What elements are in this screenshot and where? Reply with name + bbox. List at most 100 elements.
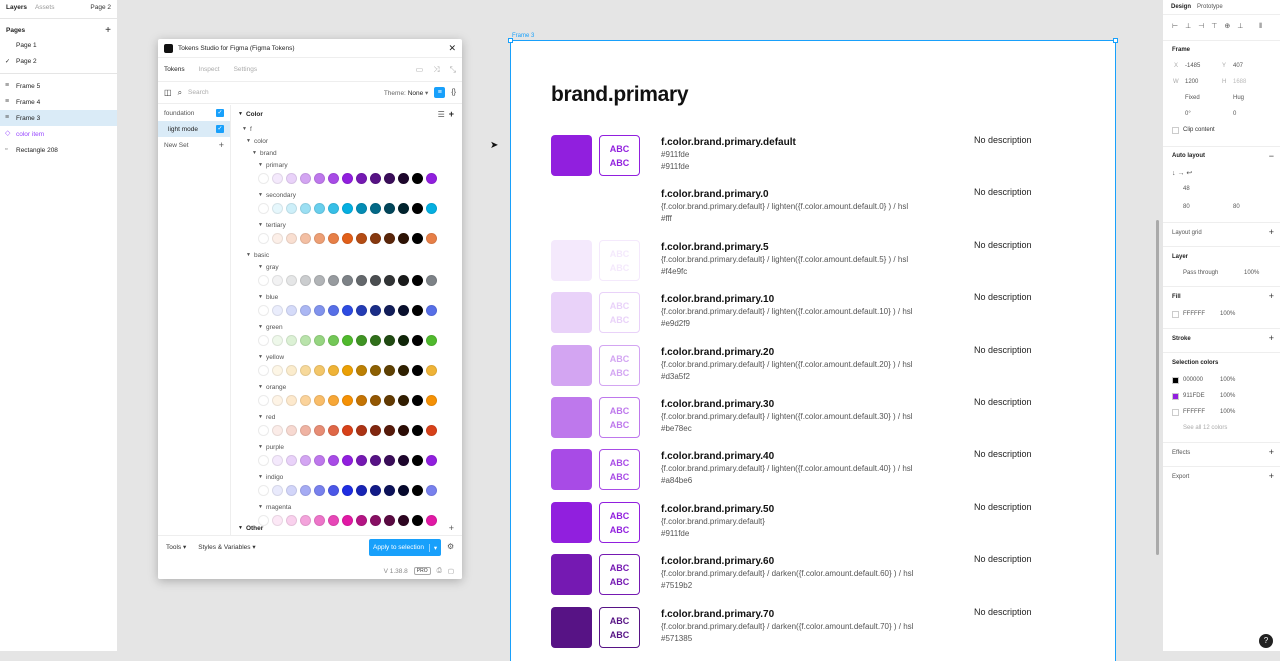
padding-h-field[interactable]: 80 <box>1183 204 1190 210</box>
color-swatch[interactable] <box>356 454 367 466</box>
color-swatch[interactable] <box>286 484 297 496</box>
caret-icon[interactable]: ▼ <box>258 384 263 390</box>
token-row[interactable]: ABC ABC f.color.brand.primary.30 {f.color.b… <box>511 397 1115 449</box>
tree-node-group[interactable]: ▼ red <box>234 411 458 423</box>
caret-icon[interactable]: ▼ <box>258 162 263 168</box>
color-swatch[interactable] <box>258 454 269 466</box>
color-swatch[interactable] <box>384 304 395 316</box>
color-swatch[interactable] <box>258 172 269 184</box>
other-group-header[interactable]: ▼ Other + <box>234 519 458 535</box>
color-swatch[interactable] <box>300 424 311 436</box>
color-swatch[interactable] <box>551 606 592 648</box>
tree-node-group[interactable]: ▼ gray <box>234 261 458 273</box>
tree-node-group[interactable]: ▼ blue <box>234 291 458 303</box>
color-swatch[interactable] <box>551 554 592 596</box>
color-swatch[interactable] <box>314 304 325 316</box>
color-swatch[interactable] <box>328 424 339 436</box>
color-swatch[interactable] <box>328 304 339 316</box>
color-swatch[interactable] <box>342 484 353 496</box>
add-effect-icon[interactable]: + <box>1269 447 1274 457</box>
styles-menu[interactable]: Styles & Variables ▾ <box>198 543 255 551</box>
token-row[interactable]: ABC ABC f.color.brand.primary.default #911f… <box>511 135 1115 187</box>
fill-hex-field[interactable]: FFFFFF <box>1183 311 1205 317</box>
token-row[interactable]: ABC ABC f.color.brand.primary.5 {f.color.br… <box>511 239 1115 292</box>
color-swatch[interactable] <box>398 334 409 346</box>
list-icon[interactable]: ☰ <box>438 110 445 119</box>
page-item[interactable]: ✓ Page 2 <box>0 53 117 69</box>
color-swatch[interactable] <box>370 394 381 406</box>
checkbox-icon[interactable]: ✓ <box>216 125 224 133</box>
color-swatch[interactable] <box>384 394 395 406</box>
selection-color-swatch[interactable] <box>1172 377 1179 384</box>
token-row[interactable]: ABC ABC f.color.brand.primary.20 {f.color.b… <box>511 344 1115 397</box>
rotation-field[interactable]: 0° <box>1185 111 1191 117</box>
frame-icon[interactable]: ▭ <box>416 65 424 75</box>
add-page-icon[interactable]: + <box>105 25 111 36</box>
color-swatch[interactable] <box>300 274 311 286</box>
selection-color-swatch[interactable] <box>1172 409 1179 416</box>
caret-icon[interactable]: ▼ <box>242 126 247 132</box>
tab-assets[interactable]: Assets <box>35 4 55 11</box>
color-swatch[interactable] <box>412 394 423 406</box>
fixed-select[interactable]: Fixed <box>1185 95 1200 101</box>
token-set-item[interactable]: foundation ✓ <box>158 105 230 121</box>
shuffle-icon[interactable]: ⤨ <box>433 65 439 75</box>
selection-color-opacity[interactable]: 100% <box>1220 409 1235 415</box>
close-icon[interactable]: ✕ <box>448 43 456 54</box>
direction-icons[interactable]: ↓ → ↩ <box>1172 169 1192 177</box>
color-swatch[interactable] <box>398 202 409 214</box>
tab-prototype[interactable]: Prototype <box>1197 4 1223 10</box>
help-button[interactable]: ? <box>1259 634 1273 648</box>
token-row[interactable]: ABC ABC f.color.brand.primary.40 {f.color.b… <box>511 449 1115 501</box>
color-swatch[interactable] <box>286 202 297 214</box>
color-swatch[interactable] <box>356 274 367 286</box>
color-swatch[interactable] <box>272 232 283 244</box>
color-swatch[interactable] <box>356 424 367 436</box>
color-swatch[interactable] <box>370 304 381 316</box>
caret-icon[interactable]: ▼ <box>252 150 257 156</box>
color-swatch[interactable] <box>551 344 592 386</box>
color-swatch[interactable] <box>412 454 423 466</box>
add-stroke-icon[interactable]: + <box>1269 333 1274 343</box>
token-row[interactable]: f.color.brand.primary.0 {f.color.brand.pr… <box>511 187 1115 239</box>
selection-color-hex[interactable]: FFFFFF <box>1183 409 1205 415</box>
page-selector[interactable]: Page 2 <box>90 4 111 11</box>
tree-node-group[interactable]: ▼ orange <box>234 381 458 393</box>
layer-item[interactable]: ▫ Rectangle 208 <box>0 142 117 158</box>
color-swatch[interactable] <box>300 454 311 466</box>
frame-label[interactable]: Frame 3 <box>512 33 534 39</box>
color-swatch[interactable] <box>342 424 353 436</box>
caret-icon[interactable]: ▼ <box>258 294 263 300</box>
color-swatch[interactable] <box>342 394 353 406</box>
color-swatch[interactable] <box>272 334 283 346</box>
blend-mode-select[interactable]: Pass through <box>1183 270 1218 276</box>
color-swatch[interactable] <box>426 394 437 406</box>
color-swatch[interactable] <box>272 202 283 214</box>
caret-icon[interactable]: ▼ <box>258 192 263 198</box>
tab-tokens[interactable]: Tokens <box>164 66 185 73</box>
color-swatch[interactable] <box>356 364 367 376</box>
color-swatch[interactable] <box>342 172 353 184</box>
add-token-icon[interactable]: + <box>449 523 454 533</box>
color-swatch[interactable] <box>342 304 353 316</box>
color-swatch[interactable] <box>342 232 353 244</box>
color-swatch[interactable] <box>551 292 592 334</box>
tree-node-f[interactable]: ▼ f <box>234 123 458 135</box>
collapse-icon[interactable]: ⤡ <box>450 65 456 75</box>
color-swatch[interactable] <box>258 202 269 214</box>
color-swatch[interactable] <box>328 334 339 346</box>
color-swatch[interactable] <box>272 274 283 286</box>
chevron-down-icon[interactable]: ▾ <box>429 543 441 552</box>
align-icons[interactable]: ⊢⊥⊣⊤⊕⊥ ⫴ <box>1172 22 1269 31</box>
color-swatch[interactable] <box>412 172 423 184</box>
color-swatch[interactable] <box>300 484 311 496</box>
color-swatch[interactable] <box>426 334 437 346</box>
color-swatch[interactable] <box>356 172 367 184</box>
tree-node-group[interactable]: ▼ secondary <box>234 189 458 201</box>
color-swatch[interactable] <box>426 364 437 376</box>
resize-handle[interactable] <box>1113 38 1118 43</box>
tree-node-group[interactable]: ▼ indigo <box>234 471 458 483</box>
layer-item[interactable]: ≡ Frame 4 <box>0 94 117 110</box>
tree-node-group[interactable]: ▼ magenta <box>234 501 458 513</box>
color-swatch[interactable] <box>398 424 409 436</box>
